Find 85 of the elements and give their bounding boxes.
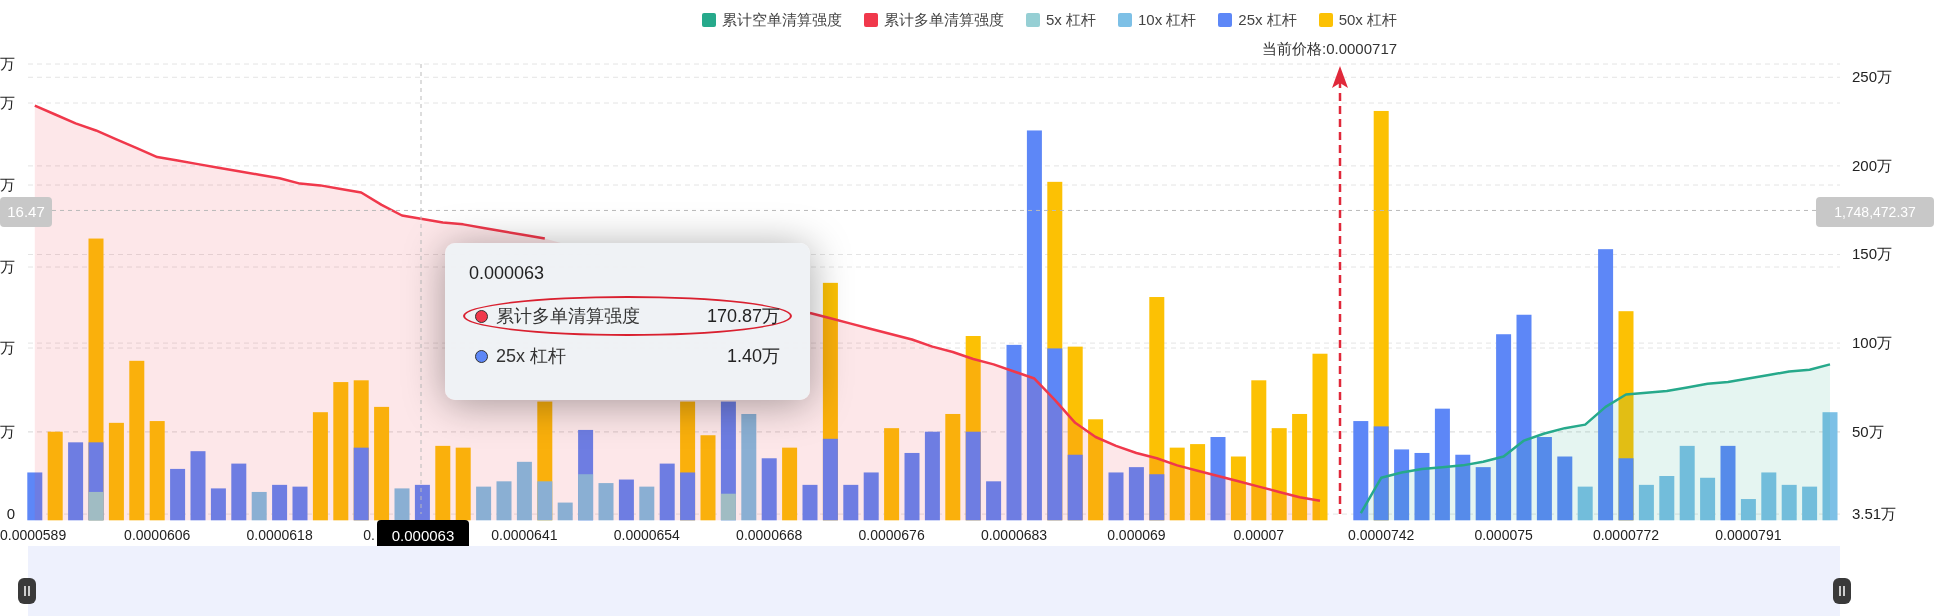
series-value: 1.40万 <box>726 345 780 368</box>
bar <box>190 451 206 521</box>
bar <box>1577 486 1593 521</box>
bar <box>251 491 267 521</box>
bar <box>659 463 675 521</box>
bar <box>272 484 288 521</box>
bar <box>1475 467 1491 521</box>
axis-label: 万 <box>0 339 15 356</box>
bar <box>1659 476 1675 521</box>
bar <box>1761 472 1777 521</box>
bar <box>639 486 655 521</box>
bar <box>210 488 226 521</box>
axis-label: 0 <box>6 505 15 522</box>
bar <box>1394 449 1410 521</box>
axis-label: 0.0000641 <box>491 527 558 543</box>
crosshair-label: 0.000063 <box>391 527 455 544</box>
bar <box>761 458 777 521</box>
axis-label: 万 <box>0 258 15 275</box>
axis-label: 200万 <box>1852 156 1893 174</box>
bar <box>802 484 818 521</box>
bar <box>1700 477 1716 521</box>
axis-label: 0.0000772 <box>1592 527 1660 543</box>
bar <box>476 486 492 521</box>
axis-label: 0.0000683 <box>980 527 1048 543</box>
axis-label: 0.0000791 <box>1715 527 1782 543</box>
axis-label: 0.0000654 <box>613 527 680 543</box>
bar <box>496 481 512 521</box>
legend-label[interactable]: 累计空单清算强度 <box>721 10 842 30</box>
bar <box>27 472 43 521</box>
legend-label[interactable]: 50x 杠杆 <box>1338 10 1398 30</box>
axis-label: 3.51万 <box>1852 505 1897 523</box>
bar <box>863 472 879 521</box>
bar <box>1414 452 1430 521</box>
axis-label: 0. <box>363 527 375 543</box>
series-name: 累计多单清算强度 <box>496 305 641 328</box>
series-name: 25x 杠杆 <box>496 345 568 368</box>
bar <box>1128 467 1144 521</box>
axis-label: 万 <box>0 94 15 111</box>
bar <box>1781 484 1797 521</box>
bar <box>1230 456 1246 521</box>
bar <box>986 481 1002 521</box>
current-price-label: 当前价格:0.0000717 <box>1262 40 1398 57</box>
axis-label: 万 <box>0 423 15 440</box>
axis-label: 0.0000589 <box>0 527 67 543</box>
bar <box>904 452 920 521</box>
bar <box>598 483 614 521</box>
axis-label: 250万 <box>1852 68 1893 86</box>
bar <box>231 463 247 521</box>
bar <box>414 484 430 521</box>
bar <box>1638 484 1654 521</box>
legend-label[interactable]: 10x 杠杆 <box>1137 10 1197 30</box>
axis-label: 万 <box>0 176 15 193</box>
bar <box>516 461 532 521</box>
bar <box>1740 499 1756 521</box>
bar <box>1802 486 1818 521</box>
legend-label[interactable]: 25x 杠杆 <box>1238 10 1297 30</box>
axis-label: 0.000075 <box>1474 527 1533 543</box>
axis-label: 0.000069 <box>1107 527 1166 543</box>
axis-label: 0.0000676 <box>858 527 925 543</box>
axis-label: 0.0000668 <box>736 527 803 543</box>
crosshair-badge <box>0 197 52 227</box>
axis-label: 0.00007 <box>1233 527 1285 543</box>
axis-label: 0.0000618 <box>246 527 313 543</box>
tooltip-title: 0.000063 <box>468 263 545 284</box>
bar <box>843 484 859 521</box>
bar <box>618 479 634 521</box>
legend-label[interactable]: 5x 杠杆 <box>1045 10 1096 30</box>
axis-label: 0.0000606 <box>124 527 191 543</box>
bar <box>1557 456 1573 521</box>
bar <box>292 486 308 521</box>
axis-label: 0.0000742 <box>1348 527 1415 543</box>
axis-label: 150万 <box>1852 245 1893 263</box>
bar <box>170 468 186 521</box>
bar <box>1455 454 1471 521</box>
bar <box>1108 472 1124 521</box>
axis-label: 50万 <box>1852 422 1884 440</box>
slider-handle[interactable] <box>18 578 36 604</box>
series-value: 170.87万 <box>706 305 780 328</box>
axis-label: 100万 <box>1852 334 1893 352</box>
legend-label[interactable]: 累计多单清算强度 <box>883 10 1004 30</box>
zoom-slider-track[interactable] <box>28 546 1840 616</box>
slider-handle[interactable] <box>1833 578 1851 604</box>
axis-label: 万 <box>0 55 15 72</box>
bar <box>394 488 410 521</box>
bar <box>557 502 573 521</box>
